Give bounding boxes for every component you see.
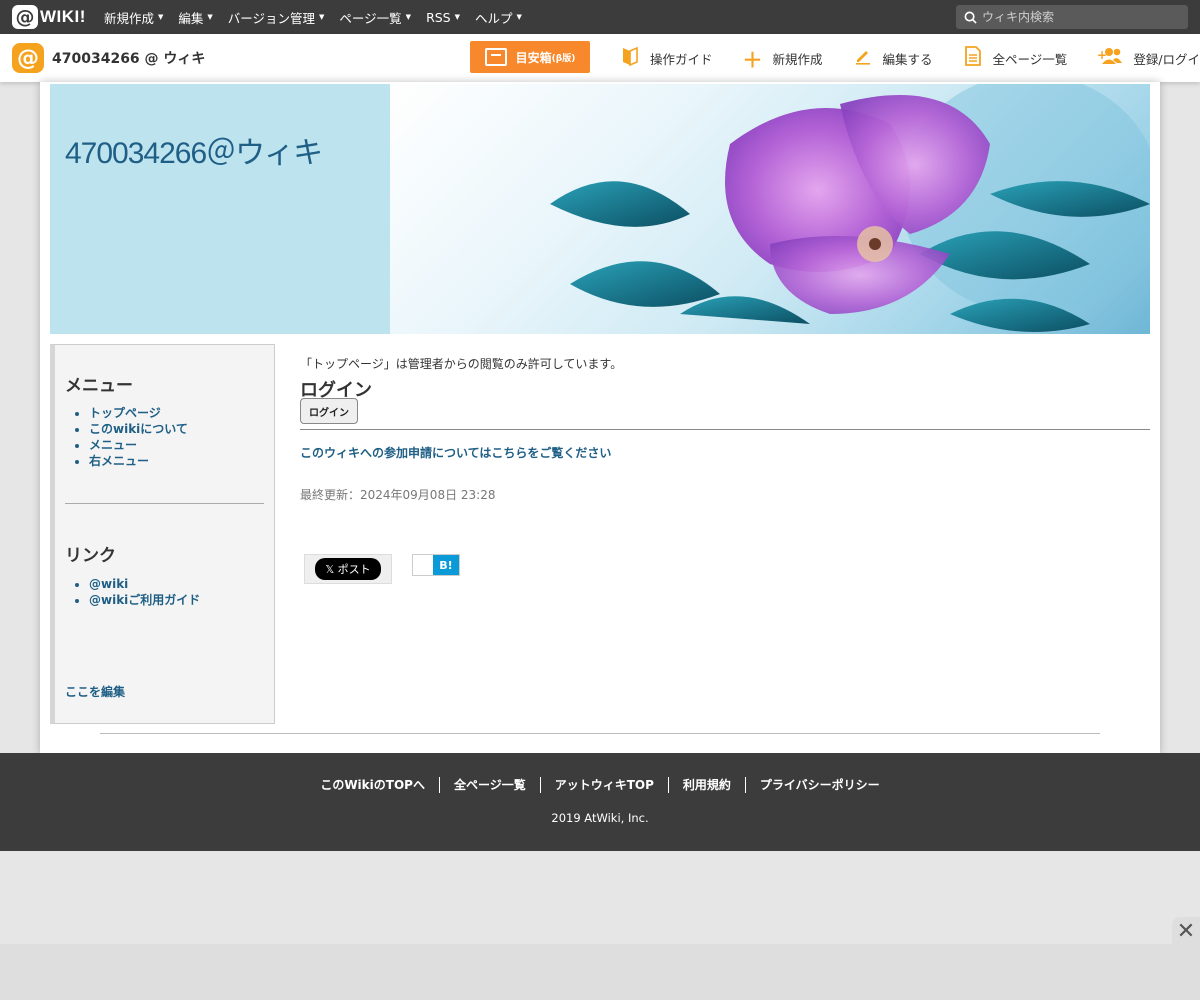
all-pages-button[interactable]: 全ページ一覧 [963, 45, 1067, 71]
sidebar-link-atwiki[interactable]: @wiki [89, 576, 200, 592]
sidebar-item-menu[interactable]: メニュー [89, 437, 188, 453]
footer-link-privacy[interactable]: プライバシーポリシー [746, 777, 894, 793]
left-sidebar: メニュー トップページ このwikiについて メニュー 右メニュー リンク @w… [50, 344, 275, 724]
nav-version[interactable]: バージョン管理 ▼ [228, 8, 325, 27]
new-page-button[interactable]: ＋ 新規作成 [743, 44, 823, 73]
top-nav-menu: 新規作成 ▼ 編集 ▼ バージョン管理 ▼ ページ一覧 ▼ RSS ▼ ヘルプ ▼ [104, 0, 537, 34]
edit-page-button[interactable]: 編集する [853, 46, 933, 70]
menu-list: トップページ このwikiについて メニュー 右メニュー [89, 405, 188, 469]
pencil-icon [853, 46, 873, 70]
atwiki-logo[interactable]: @ WIKI! [12, 0, 86, 34]
footer-link-terms[interactable]: 利用規約 [669, 777, 746, 793]
caret-down-icon: ▼ [454, 13, 461, 21]
hatena-bookmark-button[interactable]: B! [433, 555, 459, 575]
copyright: 2019 AtWiki, Inc. [551, 811, 649, 825]
caret-down-icon: ▼ [405, 13, 412, 21]
site-name[interactable]: 470034266 @ ウィキ [52, 48, 205, 68]
menu-heading: メニュー [65, 376, 133, 396]
header-flower-image [390, 84, 1150, 334]
nav-new[interactable]: 新規作成 ▼ [104, 8, 163, 27]
suggestion-box-button[interactable]: 目安箱 (β版) [470, 41, 590, 73]
ad-banner-area [0, 944, 1200, 1000]
footer-link-wiki-top[interactable]: このWikiのTOPへ [306, 777, 440, 793]
join-request-link[interactable]: このウィキへの参加申請についてはこちらをご覧ください [300, 444, 611, 461]
sidebar-item-about-wiki[interactable]: このwikiについて [89, 421, 188, 437]
page-bottom-divider [100, 733, 1100, 734]
top-navbar: @ WIKI! 新規作成 ▼ 編集 ▼ バージョン管理 ▼ ページ一覧 ▼ RSS ▼ ヘ… [0, 0, 1200, 34]
suggestion-box-icon [484, 48, 507, 66]
hatena-bookmark-widget: B! [412, 554, 460, 576]
sidebar-divider [65, 503, 264, 504]
sidebar-link-guide[interactable]: @wikiご利用ガイド [89, 592, 200, 608]
content-divider [300, 429, 1150, 430]
page-container: 470034266＠ウィキ メニュー • トップページ • このwikiについて… [40, 82, 1160, 754]
register-login-button[interactable]: + 登録/ログイン [1097, 46, 1200, 70]
links-heading: リンク [65, 546, 116, 566]
nav-page-list[interactable]: ページ一覧 ▼ [339, 8, 411, 27]
access-notice: 「トップページ」は管理者からの閲覧のみ許可しています。 [300, 357, 623, 371]
search-icon [964, 11, 977, 24]
close-icon[interactable]: ✕ [1172, 917, 1200, 945]
login-button[interactable]: ログイン [300, 398, 358, 424]
x-post-button[interactable]: 𝕏 ポスト [315, 558, 381, 580]
caret-down-icon: ▼ [319, 13, 325, 21]
site-actions: 操作ガイド ＋ 新規作成 編集する 全ページ一覧 + 登録/ログイン [620, 34, 1200, 82]
site-at-icon[interactable]: @ [12, 43, 44, 73]
page-title[interactable]: 470034266＠ウィキ [65, 128, 323, 172]
caret-down-icon: ▼ [516, 13, 522, 21]
nav-rss[interactable]: RSS ▼ [426, 10, 460, 25]
footer-link-atwiki-top[interactable]: アットウィキTOP [541, 777, 669, 793]
search-box [956, 5, 1188, 29]
logo-text: WIKI! [40, 7, 86, 26]
beginner-mark-icon [620, 46, 640, 71]
at-logo-icon: @ [12, 5, 38, 29]
footer-links: このWikiのTOPへ 全ページ一覧 アットウィキTOP 利用規約 プライバシー… [0, 777, 1200, 793]
footer-link-all-pages[interactable]: 全ページ一覧 [440, 777, 541, 793]
last-updated: 最終更新：2024年09月08日 23:28 [300, 488, 496, 502]
edit-menu-link[interactable]: ここを編集 [65, 683, 125, 700]
sidebar-item-top-page[interactable]: トップページ [89, 405, 188, 421]
search-input[interactable] [982, 10, 1172, 24]
header-title-panel: 470034266＠ウィキ [50, 84, 390, 334]
document-icon [963, 45, 983, 71]
plus-icon: ＋ [742, 47, 763, 72]
x-share-widget: 𝕏 ポスト [304, 554, 392, 584]
nav-help[interactable]: ヘルプ ▼ [475, 8, 522, 27]
links-list: @wiki @wikiご利用ガイド [89, 576, 200, 608]
caret-down-icon: ▼ [157, 13, 164, 21]
nav-edit[interactable]: 編集 ▼ [178, 8, 212, 27]
add-user-icon: + [1097, 46, 1123, 70]
operation-guide-button[interactable]: 操作ガイド [620, 46, 713, 71]
footer: このWikiのTOPへ 全ページ一覧 アットウィキTOP 利用規約 プライバシー… [0, 753, 1200, 851]
caret-down-icon: ▼ [207, 13, 213, 21]
site-bar: @ 470034266 @ ウィキ 目安箱 (β版) 操作ガイド ＋ 新規作成 編… [0, 34, 1200, 82]
sidebar-item-right-menu[interactable]: 右メニュー [89, 453, 188, 469]
